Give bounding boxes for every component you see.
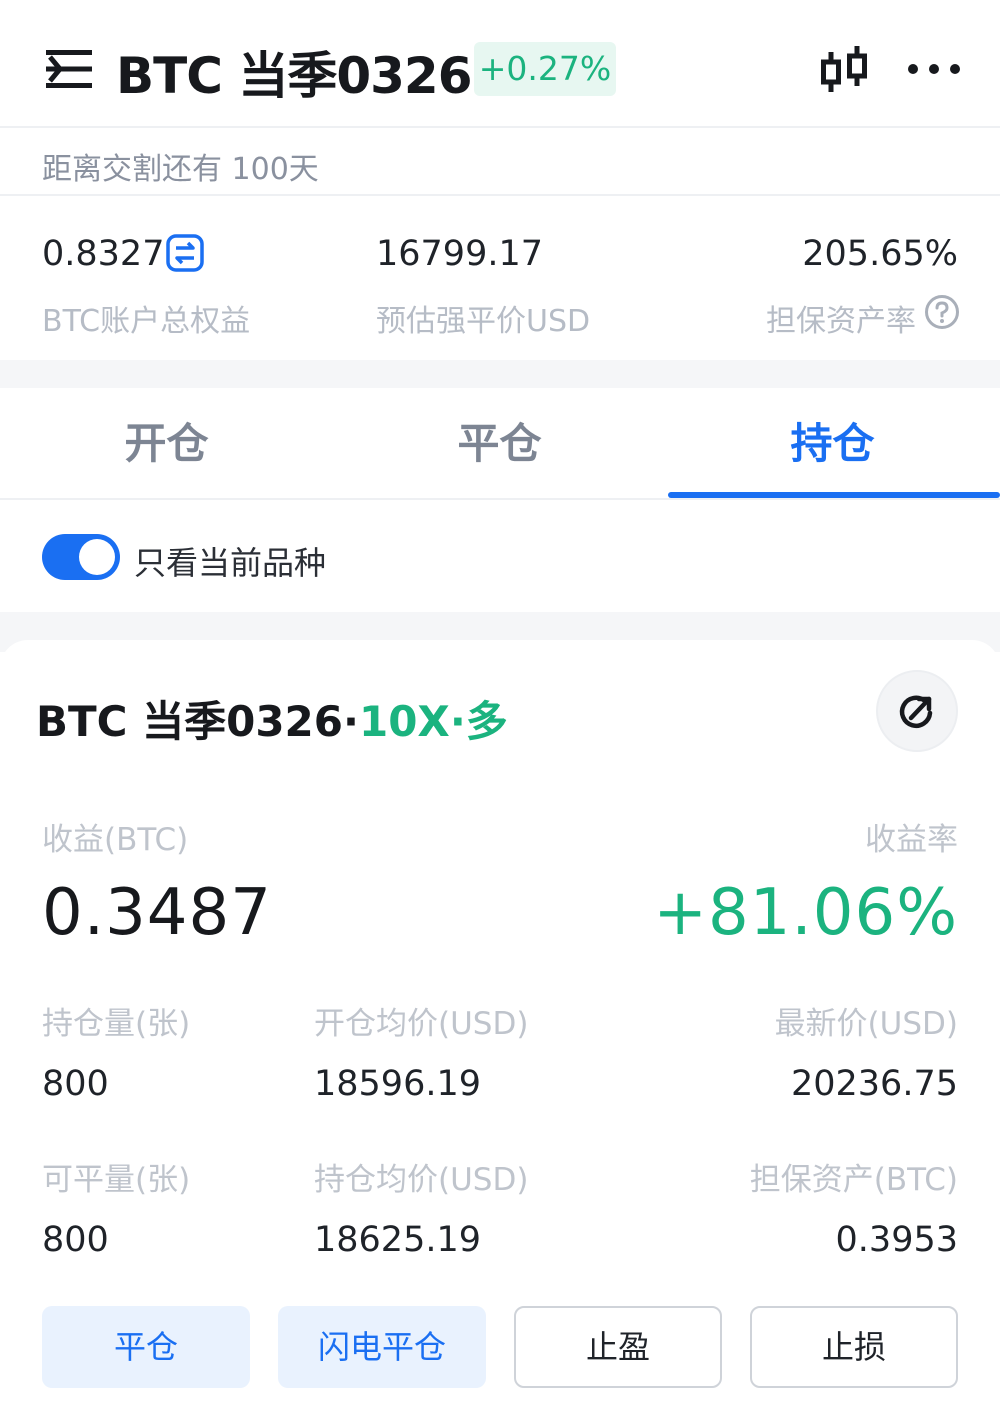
last-price-label: 最新价(USD) [774, 1006, 958, 1042]
header-bar: BTC 当季0326 +0.27% [0, 0, 1000, 128]
position-size-value: 800 [42, 1064, 109, 1104]
take-profit-button[interactable]: 止盈 [514, 1306, 722, 1388]
delivery-countdown-row: 距离交割还有 100天 [0, 130, 1000, 196]
open-avg-price-label: 开仓均价(USD) [314, 1006, 529, 1042]
return-rate-value: +81.06% [653, 876, 958, 950]
tab-close[interactable]: 平仓 [333, 388, 666, 500]
position-title: BTC 当季0326·10X·多 [36, 688, 508, 749]
position-size-label: 持仓量(张) [42, 1006, 191, 1042]
share-button[interactable] [876, 670, 958, 752]
menu-icon[interactable] [46, 48, 92, 90]
pnl-label: 收益(BTC) [42, 822, 189, 858]
stop-loss-button[interactable]: 止损 [750, 1306, 958, 1388]
swap-icon[interactable] [166, 234, 204, 272]
closable-size-label: 可平量(张) [42, 1162, 191, 1198]
account-equity-value: 0.8327 [42, 234, 165, 274]
title-separator: · [449, 697, 466, 746]
order-tabs: 开仓 平仓 持仓 [0, 388, 1000, 500]
candlestick-chart-icon[interactable] [820, 44, 870, 96]
help-icon[interactable] [924, 294, 960, 330]
current-symbol-toggle-label: 只看当前品种 [134, 544, 327, 582]
price-change-badge: +0.27% [474, 42, 616, 96]
flash-close-button[interactable]: 闪电平仓 [278, 1306, 486, 1388]
return-rate-label: 收益率 [865, 822, 958, 858]
closable-size-value: 800 [42, 1220, 109, 1260]
margin-ratio-value: 205.65% [802, 234, 958, 274]
liquidation-price-value: 16799.17 [376, 234, 544, 274]
toggle-knob [79, 539, 115, 575]
title-separator: · [343, 697, 359, 746]
position-leverage: 10X [358, 697, 450, 746]
hold-avg-price-label: 持仓均价(USD) [314, 1162, 529, 1198]
position-contract-name: BTC 当季0326 [36, 697, 344, 746]
section-divider [0, 360, 1000, 388]
account-equity-label: BTC账户总权益 [42, 304, 251, 339]
more-options-icon[interactable] [906, 60, 962, 78]
tab-positions[interactable]: 持仓 [666, 388, 999, 500]
open-avg-price-value: 18596.19 [314, 1064, 482, 1104]
margin-ratio-label: 担保资产率 [766, 304, 916, 339]
current-symbol-toggle[interactable] [42, 534, 120, 580]
last-price-value: 20236.75 [790, 1064, 958, 1104]
share-icon [899, 695, 933, 728]
hold-avg-price-value: 18625.19 [314, 1220, 482, 1260]
close-position-button[interactable]: 平仓 [42, 1306, 250, 1388]
tab-open[interactable]: 开仓 [0, 388, 333, 500]
margin-asset-value: 0.3953 [835, 1220, 958, 1260]
delivery-countdown: 距离交割还有 100天 [42, 152, 319, 187]
liquidation-price-label: 预估强平价USD [376, 304, 591, 339]
contract-title[interactable]: BTC 当季0326 [116, 36, 472, 108]
active-tab-indicator [668, 492, 1000, 498]
pnl-value: 0.3487 [42, 876, 272, 950]
position-direction: 多 [465, 697, 508, 746]
margin-asset-label: 担保资产(BTC) [749, 1162, 958, 1198]
